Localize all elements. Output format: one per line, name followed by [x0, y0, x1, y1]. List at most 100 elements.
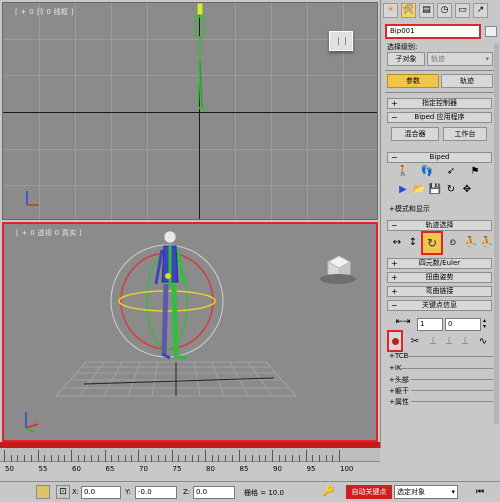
rollout-track-selection[interactable]: − 轨迹选择 [387, 220, 492, 231]
panel-scrollbar[interactable] [494, 44, 499, 424]
rollout-bend-links[interactable]: + 弯曲链接 [387, 286, 492, 297]
hierarchy-tab-icon[interactable]: ▤ [419, 3, 434, 18]
transform-mode-icon[interactable]: ⊡ [56, 485, 70, 499]
biped-playback-icon[interactable]: ▶ [395, 182, 411, 198]
status-bar: ⊡ X: 0.0 Y: -0.0 Z: 0.0 栅格 = 10.0 🔑 自动关键… [0, 481, 500, 502]
auto-key-button[interactable]: 自动关键点 [346, 485, 392, 499]
front-viewport[interactable]: [ + 0 前 0 线框 ] [2, 2, 378, 220]
timeline-tick [17, 455, 19, 462]
set-key-button[interactable] [387, 330, 403, 352]
timeline-tick [272, 450, 273, 462]
sub-object-button[interactable]: 子对象 [387, 52, 425, 66]
chevron-down-icon: ▾ [451, 488, 455, 496]
timeline-tick [184, 455, 186, 462]
timeline-tick [91, 455, 93, 462]
timeline-tick [4, 450, 5, 462]
timeline-tick [211, 455, 213, 462]
timeline-tick-label: 60 [72, 465, 81, 473]
key-number-field[interactable]: 1 [417, 318, 443, 331]
y-coordinate-field[interactable]: -0.0 [135, 486, 177, 499]
rollout-quaternion-euler[interactable]: + 四元数/Euler [387, 258, 492, 269]
section-ik[interactable]: +IK [389, 364, 402, 372]
timeline-tick [318, 455, 320, 462]
section-head[interactable]: +头部 [389, 375, 409, 385]
viewcube[interactable] [329, 31, 353, 51]
curve-icon[interactable]: ∿ [475, 334, 491, 350]
section-tcb[interactable]: +TCB [389, 352, 408, 360]
motion-flow-icon[interactable]: ➶ [443, 164, 459, 180]
sub-object-dropdown[interactable]: 轨迹 ▾ [427, 52, 493, 66]
body-vertical-icon[interactable]: ↕ [405, 235, 421, 251]
axis-tripod [26, 191, 39, 206]
key-icon[interactable]: 🔑 [322, 486, 334, 497]
timeline-tick [138, 450, 139, 462]
rollout-assign-controller[interactable]: + 指定控制器 [387, 98, 492, 109]
object-color-swatch[interactable] [485, 26, 497, 37]
go-to-start-icon[interactable]: ⏮ [472, 485, 488, 499]
rollout-biped[interactable]: − Biped [387, 152, 492, 163]
timeline-tick [332, 455, 334, 462]
body-rotation-button[interactable]: ↻ [421, 231, 443, 255]
z-coordinate-field[interactable]: 0.0 [193, 486, 235, 499]
rollout-twist-poses[interactable]: + 扭曲姿势 [387, 272, 492, 283]
section-torso[interactable]: +躯干 [389, 386, 409, 396]
timeline-tick [124, 455, 126, 462]
timeline-tick [50, 455, 52, 462]
convert-icon[interactable]: ↻ [443, 182, 459, 198]
timeline-tick-label: 85 [239, 465, 249, 473]
prev-next-key-icon[interactable]: ⇤⇥ [391, 314, 415, 330]
spinner-icon[interactable]: ▴ ▾ [483, 318, 491, 331]
timeline-tick [225, 455, 227, 462]
timeline-tick [251, 455, 253, 462]
params-button[interactable]: 参数 [387, 74, 439, 88]
timeline-tick [265, 455, 267, 462]
utilities-tab-icon[interactable]: ↗ [473, 3, 488, 18]
timeline-tick [205, 450, 206, 462]
move-all-icon[interactable]: ✥ [459, 182, 475, 198]
timeline-tick [278, 455, 280, 462]
body-horizontal-icon[interactable]: ↔ [389, 235, 405, 251]
timeline[interactable]: 50 55 60 65 70 75 80 85 90 95 100 [0, 448, 380, 480]
save-file-icon[interactable]: 💾 [427, 182, 443, 198]
set-planted-key-icon[interactable]: ⊥ [425, 334, 441, 350]
lock-cog-icon[interactable]: ʚ [445, 235, 461, 251]
rollout-key-info[interactable]: − 关键点信息 [387, 300, 492, 311]
trajectory-button[interactable]: 轨迹 [441, 74, 493, 88]
timeline-tick-label: 75 [172, 465, 182, 473]
mixer-mode-icon[interactable]: ⚑ [467, 164, 483, 180]
mixer-button[interactable]: 混合器 [391, 127, 439, 141]
modify-tab-icon[interactable]: 🛠 [401, 3, 416, 18]
biped-front-wireframe[interactable] [188, 3, 212, 117]
object-name-field[interactable]: Bip001 [385, 24, 481, 39]
timeline-tick-label: 70 [139, 465, 148, 473]
figure-mode-icon[interactable]: 🚶 [395, 164, 411, 180]
x-coordinate-field[interactable]: 0.0 [81, 486, 121, 499]
opposite-icon[interactable]: ⛹ [479, 235, 495, 251]
timeline-tick [218, 455, 220, 462]
set-free-key-icon[interactable]: ⊥ [457, 334, 473, 350]
perspective-viewport[interactable]: [ + 0 透视 0 真实 ] [2, 222, 378, 442]
delete-key-icon[interactable]: ✂ [407, 334, 423, 350]
rollout-biped-apps[interactable]: − Biped 应用程序 [387, 112, 492, 123]
load-file-icon[interactable]: 📂 [411, 182, 427, 198]
y-label: Y: [125, 488, 131, 496]
section-properties[interactable]: +属性 [389, 397, 409, 407]
grid-size-label: 栅格 = 10.0 [244, 489, 284, 497]
display-tab-icon[interactable]: ▭ [455, 3, 470, 18]
set-sliding-key-icon[interactable]: ⊥ [441, 334, 457, 350]
timeline-tick-label: 80 [206, 465, 215, 473]
layer-icon[interactable] [36, 485, 50, 499]
mode-display-toggle[interactable]: +模式和显示 [389, 204, 430, 214]
create-tab-icon[interactable]: ☀ [383, 3, 398, 18]
timeline-tick-label: 50 [5, 465, 14, 473]
timeline-tick [44, 455, 46, 462]
timeline-tick [24, 455, 26, 462]
motion-tab-icon[interactable]: ◷ [437, 3, 452, 18]
symmetrical-icon[interactable]: ⛹ [463, 235, 479, 251]
viewport-label[interactable]: [ + 0 前 0 线框 ] [15, 7, 74, 17]
footstep-mode-icon[interactable]: 👣 [419, 164, 435, 180]
key-time-field[interactable]: 0 [445, 318, 481, 331]
workbench-button[interactable]: 工作台 [443, 127, 487, 141]
viewcube-shadow [320, 274, 356, 284]
set-key-filter-dropdown[interactable]: 选定对象 ▾ [394, 485, 458, 499]
